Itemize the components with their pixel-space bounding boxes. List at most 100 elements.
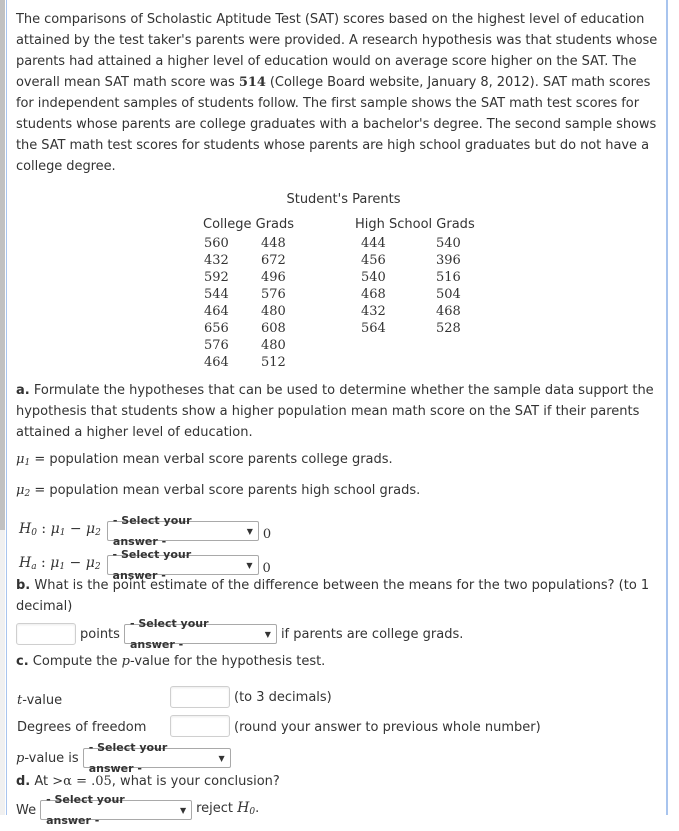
table-cell: 672: [261, 253, 286, 268]
h0-symbol: H0: [237, 799, 255, 817]
table-cell: 432: [361, 304, 386, 319]
high-school-grads-column-2: 540 396 516 504 468 528: [436, 235, 461, 337]
point-estimate-direction-select[interactable]: - Select your answer - ▼: [123, 617, 277, 651]
mu1-definition-text: = population mean verbal score parents c…: [34, 452, 393, 467]
conclusion-select-text: - Select your answer -: [46, 793, 125, 827]
point-estimate-input[interactable]: [16, 623, 76, 645]
table-cell: 464: [204, 304, 229, 319]
overall-mean-value: 514: [238, 75, 266, 90]
mu2-definition-text: = population mean verbal score parents h…: [34, 483, 421, 498]
part-d-text-start: At: [30, 774, 53, 789]
p-value-select[interactable]: - Select your answer - ▼: [82, 741, 231, 775]
h-var: H: [237, 799, 250, 816]
select-arrow-icon: ▼: [264, 629, 271, 639]
mu1-definition: μ1 = population mean verbal score parent…: [16, 449, 661, 474]
part-c-label: c.: [16, 654, 29, 669]
part-a-text: Formulate the hypotheses that can be use…: [16, 383, 654, 440]
select-arrow-icon: ▼: [246, 526, 253, 536]
p-value-label: p-value is: [16, 748, 79, 769]
high-school-grads-column-1: 444 456 540 468 432 564: [361, 235, 386, 337]
select-arrow-icon: ▼: [246, 560, 253, 570]
t-value-row: t-value (to 3 decimals): [16, 686, 661, 712]
t-value-hint: (to 3 decimals): [234, 689, 332, 705]
null-hypothesis-row: H0 : μ1 − μ2 - Select your answer - ▼ 0: [16, 514, 661, 548]
table-cell: 480: [261, 338, 286, 353]
p-value-label-text: -value is: [24, 750, 79, 766]
point-estimate-direction-select-text: - Select your answer -: [129, 617, 209, 651]
question-content: The comparisons of Scholastic Aptitude T…: [16, 9, 661, 827]
table-cell: 464: [204, 355, 229, 370]
mu2-definition: μ2 = population mean verbal score parent…: [16, 480, 661, 505]
table-title: Student's Parents: [16, 189, 661, 210]
reject-label: reject: [196, 800, 238, 816]
select-arrow-icon: ▼: [179, 805, 187, 815]
mu1-symbol: μ1: [16, 452, 31, 468]
table-cell: 432: [204, 253, 229, 268]
page-scrollbar-track[interactable]: [0, 0, 5, 815]
question-panel: The comparisons of Scholastic Aptitude T…: [6, 0, 668, 827]
table-cell: 540: [436, 236, 461, 251]
mu2-symbol: μ2: [16, 483, 31, 499]
college-grads-header: College Grads: [203, 217, 295, 232]
alpha-expression: >α = .05: [52, 774, 112, 789]
part-c-text-end: -value for the hypothesis test.: [130, 654, 326, 669]
table-cell: 448: [261, 236, 286, 251]
table-cell: 396: [436, 253, 461, 268]
table-cell: 576: [261, 287, 286, 302]
conclusion-row: We - Select your answer - ▼ reject H0.: [16, 793, 661, 827]
high-school-grads-header: High School Grads: [355, 217, 475, 232]
table-cell: 564: [361, 321, 386, 336]
table-cell: 468: [436, 304, 461, 319]
alternative-hypothesis-rhs: 0: [262, 560, 271, 576]
table-cell: 540: [361, 270, 386, 285]
degrees-of-freedom-label: Degrees of freedom: [17, 719, 147, 735]
null-hypothesis-rhs: 0: [262, 526, 272, 542]
part-c-text-start: Compute the: [28, 654, 122, 669]
part-c-p-symbol: p: [121, 654, 130, 669]
table-cell: 444: [361, 236, 386, 251]
part-d-label: d.: [16, 774, 31, 789]
table-cell: 480: [261, 304, 286, 319]
degrees-of-freedom-row: Degrees of freedom (round your answer to…: [16, 715, 661, 739]
null-hypothesis-expression: H0 : μ1 − μ2: [19, 520, 101, 538]
part-b-label: b.: [16, 578, 31, 593]
table-title-text: Student's Parents: [286, 192, 401, 207]
points-label: points: [80, 626, 120, 642]
table-cell: 608: [261, 321, 286, 336]
table-cell: 576: [204, 338, 229, 353]
select-arrow-icon: ▼: [218, 753, 225, 763]
table-cell: 516: [436, 270, 461, 285]
t-value-label: t-value: [16, 690, 170, 711]
null-hypothesis-select[interactable]: - Select your answer - ▼: [106, 514, 259, 548]
p-value-row: p-value is - Select your answer - ▼: [16, 741, 661, 775]
part-a-prompt: a. Formulate the hypotheses that can be …: [16, 380, 661, 443]
table-cell: 528: [436, 321, 461, 336]
table-cell: 512: [261, 355, 286, 370]
table-cell: 544: [204, 287, 229, 302]
sat-scores-table: Student's Parents College Grads High Sch…: [16, 189, 661, 374]
point-estimate-row: points - Select your answer - ▼ if parent…: [16, 617, 661, 651]
table-cell: 560: [204, 236, 229, 251]
part-a-label: a.: [16, 383, 30, 398]
table-cell: 504: [436, 287, 461, 302]
period: .: [255, 800, 260, 816]
part-d-text-end: , what is your conclusion?: [111, 774, 280, 789]
part-b-prompt: b. What is the point estimate of the dif…: [16, 575, 661, 617]
reject-text: reject H0.: [196, 798, 259, 823]
college-grads-column-2: 448 672 496 576 480 608 480 512: [261, 235, 286, 371]
alternative-hypothesis-select[interactable]: - Select your answer - ▼: [106, 548, 259, 582]
part-b-text: What is the point estimate of the differ…: [16, 578, 650, 614]
table-cell: 592: [204, 270, 229, 285]
alternative-hypothesis-expression: Ha : μ1 − μ2: [19, 554, 101, 572]
we-label: We: [16, 802, 37, 818]
page-scrollbar-thumb[interactable]: [0, 0, 5, 530]
point-estimate-suffix: if parents are college grads.: [280, 626, 464, 642]
table-cell: 456: [361, 253, 386, 268]
degrees-of-freedom-input[interactable]: [170, 715, 230, 737]
part-c-prompt: c. Compute the p-value for the hypothesi…: [16, 651, 661, 672]
table-cell: 496: [261, 270, 286, 285]
conclusion-select[interactable]: - Select your answer - ▼: [40, 793, 193, 827]
t-value-input[interactable]: [170, 686, 230, 708]
t-value-label-text: -value: [22, 692, 63, 708]
table-cell: 468: [361, 287, 386, 302]
